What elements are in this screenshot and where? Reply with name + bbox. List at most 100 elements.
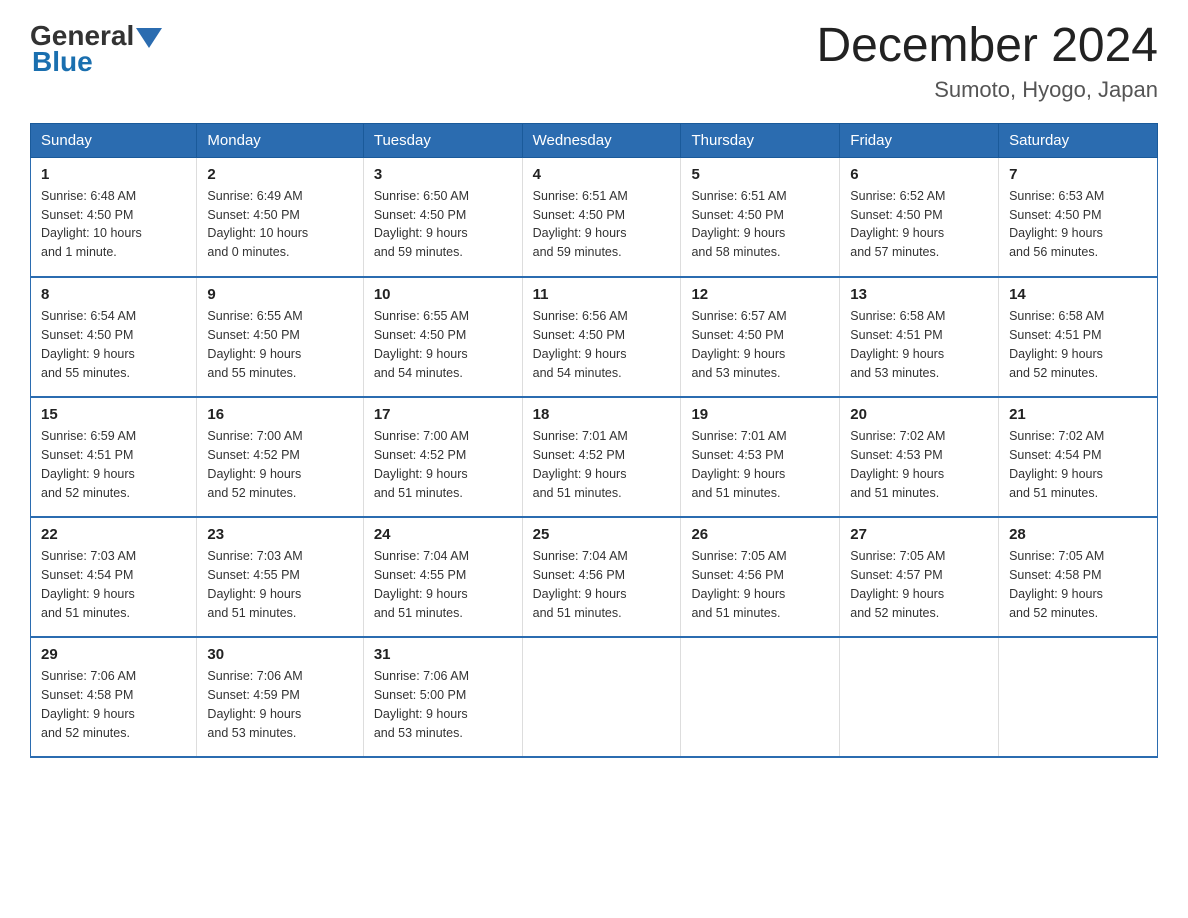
day-info: Sunrise: 7:03 AMSunset: 4:54 PMDaylight:…	[41, 547, 186, 622]
calendar-cell: 18 Sunrise: 7:01 AMSunset: 4:52 PMDayligh…	[522, 397, 681, 517]
header-sunday: Sunday	[31, 123, 197, 157]
day-number: 29	[41, 646, 186, 663]
calendar-week-row: 1Sunrise: 6:48 AMSunset: 4:50 PMDaylight…	[31, 157, 1158, 277]
calendar-cell: 6 Sunrise: 6:52 AMSunset: 4:50 PMDaylight…	[840, 157, 999, 277]
day-number: 2	[207, 166, 352, 183]
day-number: 1	[41, 166, 186, 183]
calendar-cell: 9 Sunrise: 6:55 AMSunset: 4:50 PMDaylight…	[197, 277, 363, 397]
calendar-cell: 3 Sunrise: 6:50 AMSunset: 4:50 PMDaylight…	[363, 157, 522, 277]
day-info: Sunrise: 7:06 AMSunset: 4:58 PMDaylight:…	[41, 667, 186, 742]
day-info: Sunrise: 7:04 AMSunset: 4:56 PMDaylight:…	[533, 547, 671, 622]
day-number: 8	[41, 286, 186, 303]
day-info: Sunrise: 7:05 AMSunset: 4:56 PMDaylight:…	[691, 547, 829, 622]
day-number: 7	[1009, 166, 1147, 183]
page-header: General Blue December 2024 Sumoto, Hyogo…	[30, 20, 1158, 103]
day-info: Sunrise: 7:06 AMSunset: 4:59 PMDaylight:…	[207, 667, 352, 742]
calendar-cell: 28 Sunrise: 7:05 AMSunset: 4:58 PMDayligh…	[999, 517, 1158, 637]
day-info: Sunrise: 7:05 AMSunset: 4:58 PMDaylight:…	[1009, 547, 1147, 622]
day-info: Sunrise: 6:59 AMSunset: 4:51 PMDaylight:…	[41, 427, 186, 502]
day-info: Sunrise: 7:06 AMSunset: 5:00 PMDaylight:…	[374, 667, 512, 742]
day-info: Sunrise: 7:03 AMSunset: 4:55 PMDaylight:…	[207, 547, 352, 622]
day-info: Sunrise: 7:04 AMSunset: 4:55 PMDaylight:…	[374, 547, 512, 622]
day-info: Sunrise: 6:49 AMSunset: 4:50 PMDaylight:…	[207, 187, 352, 262]
header-monday: Monday	[197, 123, 363, 157]
day-info: Sunrise: 6:52 AMSunset: 4:50 PMDaylight:…	[850, 187, 988, 262]
day-number: 24	[374, 526, 512, 543]
title-block: December 2024 Sumoto, Hyogo, Japan	[816, 20, 1158, 103]
calendar-cell: 5Sunrise: 6:51 AMSunset: 4:50 PMDaylight…	[681, 157, 840, 277]
day-info: Sunrise: 7:02 AMSunset: 4:54 PMDaylight:…	[1009, 427, 1147, 502]
calendar-cell: 20 Sunrise: 7:02 AMSunset: 4:53 PMDayligh…	[840, 397, 999, 517]
calendar-cell: 16Sunrise: 7:00 AMSunset: 4:52 PMDayligh…	[197, 397, 363, 517]
calendar-table: SundayMondayTuesdayWednesdayThursdayFrid…	[30, 123, 1158, 759]
calendar-title: December 2024	[816, 20, 1158, 73]
day-info: Sunrise: 6:57 AMSunset: 4:50 PMDaylight:…	[691, 307, 829, 382]
calendar-cell: 29 Sunrise: 7:06 AMSunset: 4:58 PMDayligh…	[31, 637, 197, 757]
day-info: Sunrise: 6:53 AMSunset: 4:50 PMDaylight:…	[1009, 187, 1147, 262]
day-number: 27	[850, 526, 988, 543]
day-number: 25	[533, 526, 671, 543]
calendar-week-row: 22 Sunrise: 7:03 AMSunset: 4:54 PMDayligh…	[31, 517, 1158, 637]
day-info: Sunrise: 7:02 AMSunset: 4:53 PMDaylight:…	[850, 427, 988, 502]
day-number: 31	[374, 646, 512, 663]
day-info: Sunrise: 7:01 AMSunset: 4:52 PMDaylight:…	[533, 427, 671, 502]
day-number: 15	[41, 406, 186, 423]
calendar-cell: 14Sunrise: 6:58 AMSunset: 4:51 PMDayligh…	[999, 277, 1158, 397]
calendar-cell	[522, 637, 681, 757]
day-number: 30	[207, 646, 352, 663]
header-tuesday: Tuesday	[363, 123, 522, 157]
day-info: Sunrise: 7:00 AMSunset: 4:52 PMDaylight:…	[207, 427, 352, 502]
calendar-cell: 26 Sunrise: 7:05 AMSunset: 4:56 PMDayligh…	[681, 517, 840, 637]
day-number: 26	[691, 526, 829, 543]
day-number: 13	[850, 286, 988, 303]
day-info: Sunrise: 6:58 AMSunset: 4:51 PMDaylight:…	[850, 307, 988, 382]
calendar-week-row: 8 Sunrise: 6:54 AMSunset: 4:50 PMDaylight…	[31, 277, 1158, 397]
day-info: Sunrise: 7:05 AMSunset: 4:57 PMDaylight:…	[850, 547, 988, 622]
calendar-cell: 23 Sunrise: 7:03 AMSunset: 4:55 PMDayligh…	[197, 517, 363, 637]
calendar-week-row: 29 Sunrise: 7:06 AMSunset: 4:58 PMDayligh…	[31, 637, 1158, 757]
calendar-cell: 31 Sunrise: 7:06 AMSunset: 5:00 PMDayligh…	[363, 637, 522, 757]
calendar-cell: 30 Sunrise: 7:06 AMSunset: 4:59 PMDayligh…	[197, 637, 363, 757]
calendar-cell: 19 Sunrise: 7:01 AMSunset: 4:53 PMDayligh…	[681, 397, 840, 517]
calendar-cell: 21 Sunrise: 7:02 AMSunset: 4:54 PMDayligh…	[999, 397, 1158, 517]
calendar-cell: 22 Sunrise: 7:03 AMSunset: 4:54 PMDayligh…	[31, 517, 197, 637]
day-number: 18	[533, 406, 671, 423]
calendar-subtitle: Sumoto, Hyogo, Japan	[816, 77, 1158, 103]
calendar-cell	[840, 637, 999, 757]
day-info: Sunrise: 6:55 AMSunset: 4:50 PMDaylight:…	[207, 307, 352, 382]
calendar-cell: 10Sunrise: 6:55 AMSunset: 4:50 PMDayligh…	[363, 277, 522, 397]
day-number: 17	[374, 406, 512, 423]
calendar-cell: 27 Sunrise: 7:05 AMSunset: 4:57 PMDayligh…	[840, 517, 999, 637]
day-info: Sunrise: 6:50 AMSunset: 4:50 PMDaylight:…	[374, 187, 512, 262]
day-info: Sunrise: 6:58 AMSunset: 4:51 PMDaylight:…	[1009, 307, 1147, 382]
day-number: 19	[691, 406, 829, 423]
day-info: Sunrise: 6:54 AMSunset: 4:50 PMDaylight:…	[41, 307, 186, 382]
header-friday: Friday	[840, 123, 999, 157]
calendar-cell: 13 Sunrise: 6:58 AMSunset: 4:51 PMDayligh…	[840, 277, 999, 397]
day-number: 23	[207, 526, 352, 543]
day-info: Sunrise: 6:55 AMSunset: 4:50 PMDaylight:…	[374, 307, 512, 382]
header-saturday: Saturday	[999, 123, 1158, 157]
logo: General Blue	[30, 20, 162, 78]
day-info: Sunrise: 7:00 AMSunset: 4:52 PMDaylight:…	[374, 427, 512, 502]
day-number: 5	[691, 166, 829, 183]
calendar-cell: 17 Sunrise: 7:00 AMSunset: 4:52 PMDayligh…	[363, 397, 522, 517]
day-info: Sunrise: 6:56 AMSunset: 4:50 PMDaylight:…	[533, 307, 671, 382]
calendar-cell: 2 Sunrise: 6:49 AMSunset: 4:50 PMDaylight…	[197, 157, 363, 277]
day-number: 20	[850, 406, 988, 423]
day-number: 6	[850, 166, 988, 183]
logo-blue: Blue	[32, 46, 93, 78]
day-number: 28	[1009, 526, 1147, 543]
day-number: 22	[41, 526, 186, 543]
day-number: 9	[207, 286, 352, 303]
calendar-cell: 4Sunrise: 6:51 AMSunset: 4:50 PMDaylight…	[522, 157, 681, 277]
day-info: Sunrise: 7:01 AMSunset: 4:53 PMDaylight:…	[691, 427, 829, 502]
day-number: 3	[374, 166, 512, 183]
calendar-cell	[681, 637, 840, 757]
header-wednesday: Wednesday	[522, 123, 681, 157]
calendar-cell: 1Sunrise: 6:48 AMSunset: 4:50 PMDaylight…	[31, 157, 197, 277]
calendar-cell: 12Sunrise: 6:57 AMSunset: 4:50 PMDayligh…	[681, 277, 840, 397]
calendar-cell: 8 Sunrise: 6:54 AMSunset: 4:50 PMDaylight…	[31, 277, 197, 397]
day-number: 21	[1009, 406, 1147, 423]
calendar-header-row: SundayMondayTuesdayWednesdayThursdayFrid…	[31, 123, 1158, 157]
